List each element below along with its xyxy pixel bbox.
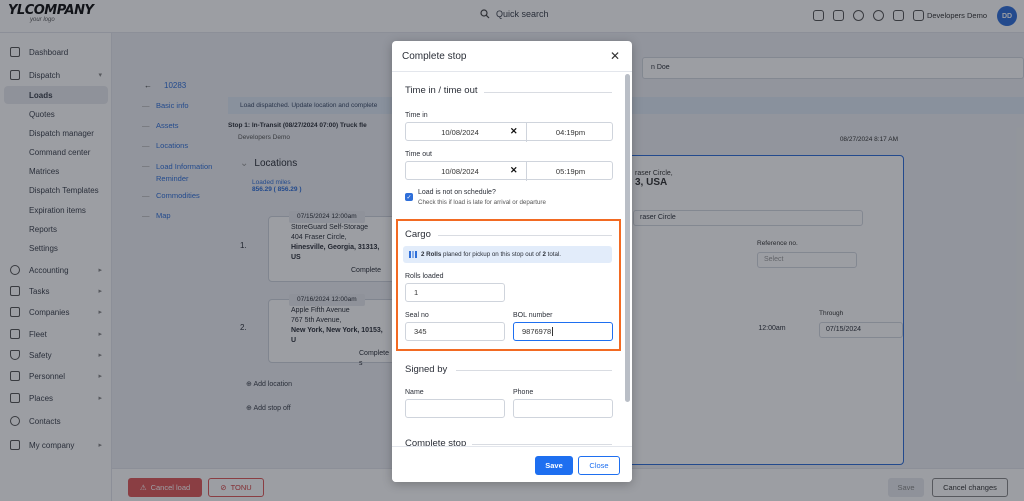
- clear-icon[interactable]: ✕: [510, 165, 518, 176]
- time-out-date[interactable]: 10/08/2024: [406, 162, 514, 181]
- rolls-loaded-value: 1: [414, 288, 419, 297]
- dialog-header: Complete stop ✕: [392, 41, 632, 72]
- time-in-time-value: 04:19pm: [555, 128, 586, 137]
- seal-no-label: Seal no: [405, 312, 429, 319]
- dialog-body[interactable]: Time in / time out Time in 10/08/2024 ✕ …: [392, 72, 632, 446]
- close-button[interactable]: Close: [578, 456, 620, 475]
- time-out-field: 10/08/2024 ✕ 05:19pm: [405, 161, 614, 181]
- time-out-date-value: 10/08/2024: [441, 167, 479, 176]
- scrollbar-thumb[interactable]: [625, 74, 630, 402]
- rolls-info-banner: 2 Rolls planed for pickup on this stop o…: [403, 246, 612, 263]
- time-in-time[interactable]: 04:19pm: [526, 123, 614, 142]
- not-on-schedule-hint: Check this if load is late for arrival o…: [418, 199, 546, 206]
- close-icon[interactable]: ✕: [610, 49, 620, 63]
- rolls-text-end: total.: [545, 251, 562, 258]
- not-on-schedule-label: Load is not on schedule?: [418, 189, 496, 196]
- rolls-count: 2 Rolls: [421, 251, 442, 258]
- bol-number-input[interactable]: 9876978: [513, 322, 613, 341]
- cargo-section-heading: Cargo: [405, 229, 431, 240]
- time-out-time-value: 05:19pm: [555, 167, 586, 176]
- time-section-heading: Time in / time out: [405, 85, 478, 96]
- time-out-label: Time out: [405, 151, 432, 158]
- rolls-loaded-input[interactable]: 1: [405, 283, 505, 302]
- complete-stop-dialog: Complete stop ✕ Time in / time out Time …: [392, 41, 632, 482]
- dialog-footer: Save Close: [392, 446, 632, 482]
- dialog-title: Complete stop: [402, 51, 467, 62]
- bol-number-label: BOL number: [513, 312, 553, 319]
- section-divider: [484, 92, 612, 93]
- close-label: Close: [589, 461, 609, 470]
- clear-icon[interactable]: ✕: [510, 126, 518, 137]
- not-on-schedule-checkbox[interactable]: ✓: [405, 193, 413, 201]
- signer-name-label: Name: [405, 389, 424, 396]
- dialog-scrollbar[interactable]: [625, 72, 630, 446]
- section-divider: [456, 370, 612, 371]
- rolls-loaded-label: Rolls loaded: [405, 273, 444, 280]
- time-in-field: 10/08/2024 ✕ 04:19pm: [405, 122, 614, 142]
- signer-phone-label: Phone: [513, 389, 534, 396]
- section-divider: [438, 235, 612, 236]
- signer-name-input[interactable]: [405, 399, 505, 418]
- time-in-date-value: 10/08/2024: [441, 128, 479, 137]
- text-cursor: [552, 327, 554, 336]
- section-divider: [472, 444, 612, 445]
- time-in-date[interactable]: 10/08/2024: [406, 123, 514, 142]
- seal-no-input[interactable]: 345: [405, 322, 505, 341]
- bol-number-value: 9876978: [522, 327, 552, 336]
- save-label: Save: [545, 461, 563, 470]
- time-in-label: Time in: [405, 112, 428, 119]
- signer-phone-input[interactable]: [513, 399, 613, 418]
- time-out-time[interactable]: 05:19pm: [526, 162, 614, 181]
- complete-stop-heading: Complete stop: [405, 438, 467, 446]
- seal-no-value: 345: [414, 327, 427, 336]
- signed-by-heading: Signed by: [405, 364, 448, 375]
- rolls-icon: [409, 251, 417, 258]
- rolls-text: planed for pickup on this stop out of: [441, 251, 543, 258]
- save-button[interactable]: Save: [535, 456, 573, 475]
